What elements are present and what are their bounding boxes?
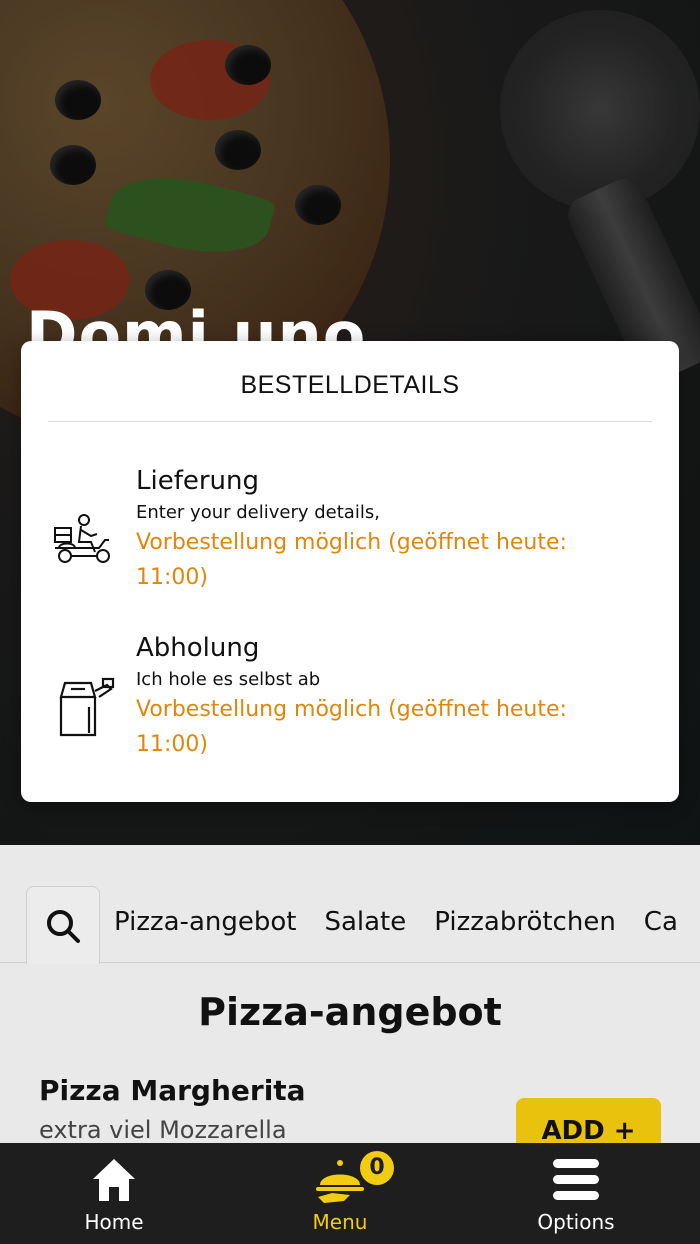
pickup-option[interactable]: Abholung Ich hole es selbst ab Vorbestel… bbox=[21, 633, 679, 773]
category-bar: Pizza-angebot Salate Pizzabrötchen Ca bbox=[0, 885, 700, 964]
search-button[interactable] bbox=[26, 886, 100, 964]
delivery-note: Vorbestellung möglich (geöffnet heute: 1… bbox=[136, 530, 567, 590]
delivery-title: Lieferung bbox=[136, 466, 260, 496]
nav-home[interactable]: Home bbox=[24, 1143, 204, 1244]
nav-home-label: Home bbox=[84, 1210, 144, 1234]
section-title: Pizza-angebot bbox=[198, 990, 502, 1034]
search-icon bbox=[47, 909, 80, 943]
nav-menu-label: Menu bbox=[312, 1210, 368, 1234]
delivery-subtitle: Enter your delivery details, bbox=[136, 502, 380, 523]
cloche-icon bbox=[316, 1160, 364, 1203]
menu-lines-icon bbox=[553, 1159, 599, 1200]
pickup-note: Vorbestellung möglich (geöffnet heute: 1… bbox=[136, 697, 567, 757]
category-tab-more[interactable]: Ca bbox=[644, 907, 678, 937]
bottom-navigation: Home Menu 0 Options bbox=[0, 1143, 700, 1244]
modal-title: BESTELLDETAILS bbox=[240, 371, 460, 399]
nav-options[interactable]: Options bbox=[486, 1143, 666, 1244]
nav-options-label: Options bbox=[537, 1210, 615, 1234]
divider bbox=[48, 421, 652, 422]
cart-count-badge: 0 bbox=[360, 1151, 394, 1185]
pickup-title: Abholung bbox=[136, 633, 260, 663]
category-tab-pizza-angebot[interactable]: Pizza-angebot bbox=[114, 907, 296, 937]
item-name: Pizza Margherita bbox=[39, 1074, 306, 1107]
delivery-option[interactable]: Lieferung Enter your delivery details, V… bbox=[21, 466, 679, 606]
category-tab-salate[interactable]: Salate bbox=[324, 907, 406, 937]
home-icon bbox=[93, 1159, 135, 1201]
pickup-subtitle: Ich hole es selbst ab bbox=[136, 669, 321, 690]
item-description: extra viel Mozzarella bbox=[39, 1116, 287, 1144]
nav-menu[interactable]: Menu bbox=[250, 1143, 430, 1244]
delivery-scooter-icon bbox=[51, 510, 119, 578]
category-tab-pizzabroetchen[interactable]: Pizzabrötchen bbox=[434, 907, 616, 937]
category-tabs: Pizza-angebot Salate Pizzabrötchen Ca bbox=[114, 907, 678, 937]
order-details-modal: BESTELLDETAILS Lieferung Enter your deli… bbox=[21, 341, 679, 802]
pickup-bag-icon bbox=[51, 673, 119, 741]
